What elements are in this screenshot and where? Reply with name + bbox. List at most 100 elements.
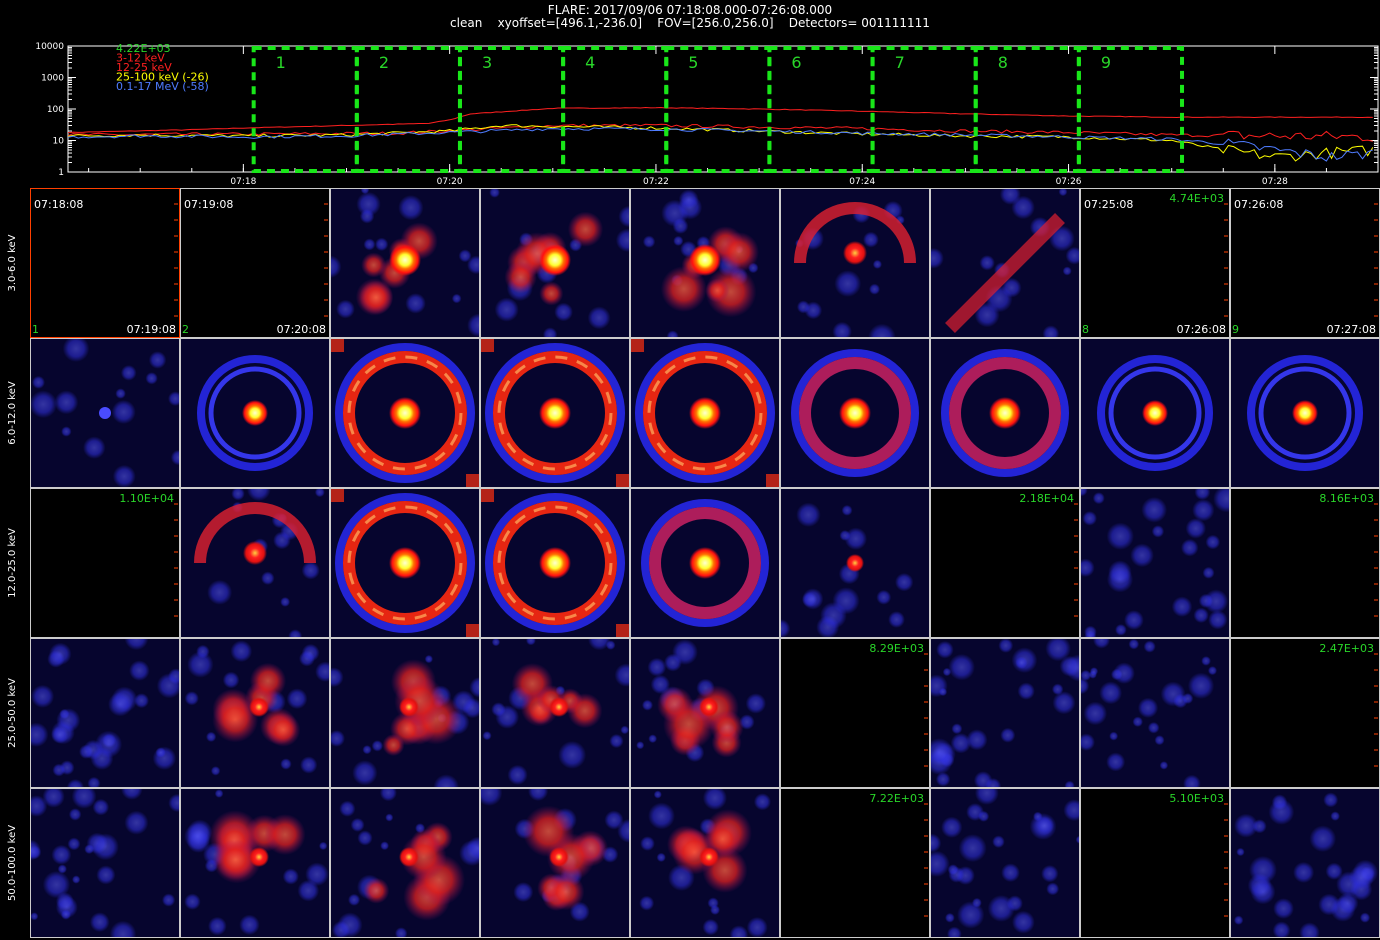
noise-speckle — [979, 255, 995, 271]
noise-speckle — [1128, 638, 1140, 650]
noise-speckle — [604, 810, 624, 830]
noise-speckle — [641, 699, 653, 711]
image-panel — [180, 338, 330, 488]
noise-speckle — [958, 834, 987, 863]
noise-speckle — [1268, 799, 1295, 825]
emission-blob — [382, 734, 405, 757]
noise-speckle — [261, 571, 275, 585]
image-panel — [780, 338, 930, 488]
noise-speckle — [161, 893, 176, 907]
noise-speckle — [207, 579, 233, 605]
corner-artifact — [630, 338, 644, 352]
noise-speckle — [936, 640, 954, 659]
image-panel — [330, 638, 480, 788]
noise-speckle — [948, 866, 965, 883]
noise-speckle — [1062, 266, 1072, 276]
noise-speckle — [214, 789, 224, 798]
source-core — [249, 847, 269, 867]
image-panel — [480, 338, 630, 488]
noise-speckle — [1106, 566, 1134, 593]
noise-speckle — [941, 816, 963, 838]
source-core — [689, 244, 721, 276]
noise-speckle — [820, 602, 847, 629]
source-core — [243, 541, 267, 565]
noise-speckle — [1205, 534, 1221, 550]
noise-speckle — [205, 731, 217, 743]
noise-speckle — [96, 865, 116, 885]
image-panel — [1080, 788, 1230, 938]
image-panel — [780, 188, 930, 338]
noise-speckle — [187, 651, 214, 678]
noise-speckle — [796, 502, 821, 527]
noise-speckle — [184, 893, 201, 910]
source-core — [699, 697, 719, 717]
noise-speckle — [286, 688, 308, 710]
emission-blob — [567, 693, 603, 729]
noise-speckle — [374, 237, 389, 252]
noise-speckle — [702, 788, 727, 810]
noise-speckle — [30, 912, 39, 921]
noise-speckle — [653, 790, 662, 799]
noise-speckle — [1359, 912, 1371, 923]
noise-speckle — [62, 338, 90, 362]
noise-speckle — [84, 844, 95, 855]
noise-speckle — [210, 766, 221, 776]
image-panel — [330, 188, 480, 338]
noise-speckle — [92, 833, 119, 861]
image-panel — [30, 788, 180, 938]
image-panel — [1080, 488, 1230, 638]
energy-row-label: 3.0-6.0 keV — [7, 234, 18, 291]
noise-speckle — [804, 301, 823, 320]
image-panel — [1230, 488, 1380, 638]
image-panel — [780, 638, 930, 788]
noise-speckle — [876, 589, 892, 605]
noise-speckle — [1082, 511, 1097, 526]
noise-speckle — [745, 693, 767, 714]
source-core — [1142, 400, 1168, 426]
noise-speckle — [1143, 640, 1156, 653]
noise-speckle — [362, 745, 372, 755]
noise-speckle — [1233, 915, 1244, 925]
noise-speckle — [31, 375, 45, 389]
image-panel — [630, 338, 780, 488]
source-core — [99, 407, 111, 419]
image-panel — [480, 788, 630, 938]
noise-speckle — [1099, 681, 1123, 705]
image-panel — [30, 338, 180, 488]
noise-speckle — [620, 725, 629, 735]
panel-background — [930, 488, 1080, 638]
noise-speckle — [1015, 656, 1028, 669]
source-core — [549, 697, 569, 717]
noise-speckle — [872, 259, 882, 269]
noise-speckle — [1208, 610, 1228, 630]
noise-speckle — [945, 912, 955, 923]
noise-speckle — [282, 868, 299, 885]
noise-speckle — [89, 912, 110, 932]
image-panel — [930, 188, 1080, 338]
end-time-label: 07:26:08 — [1177, 323, 1226, 336]
noise-speckle — [155, 747, 166, 758]
source-core — [399, 697, 419, 717]
noise-speckle — [124, 810, 149, 835]
noise-speckle — [1130, 543, 1154, 568]
source-core — [839, 397, 871, 429]
corner-artifact — [330, 338, 344, 352]
emission-blob — [539, 281, 564, 306]
noise-speckle — [558, 740, 587, 769]
panel-index-label: 1 — [32, 323, 39, 336]
noise-speckle — [156, 673, 180, 699]
panel-max-label: 2.18E+04 — [1019, 492, 1074, 505]
image-panel — [1080, 638, 1230, 788]
image-panel — [930, 788, 1080, 938]
corner-artifact — [616, 624, 630, 638]
noise-speckle — [1151, 525, 1165, 538]
noise-speckle — [1250, 879, 1276, 905]
noise-speckle — [1141, 496, 1168, 523]
noise-speckle — [647, 657, 667, 677]
noise-speckle — [31, 684, 55, 708]
noise-speckle — [1132, 716, 1143, 727]
noise-speckle — [992, 835, 1005, 849]
image-panel — [330, 488, 480, 638]
noise-speckle — [482, 731, 492, 741]
noise-speckle — [108, 692, 133, 717]
